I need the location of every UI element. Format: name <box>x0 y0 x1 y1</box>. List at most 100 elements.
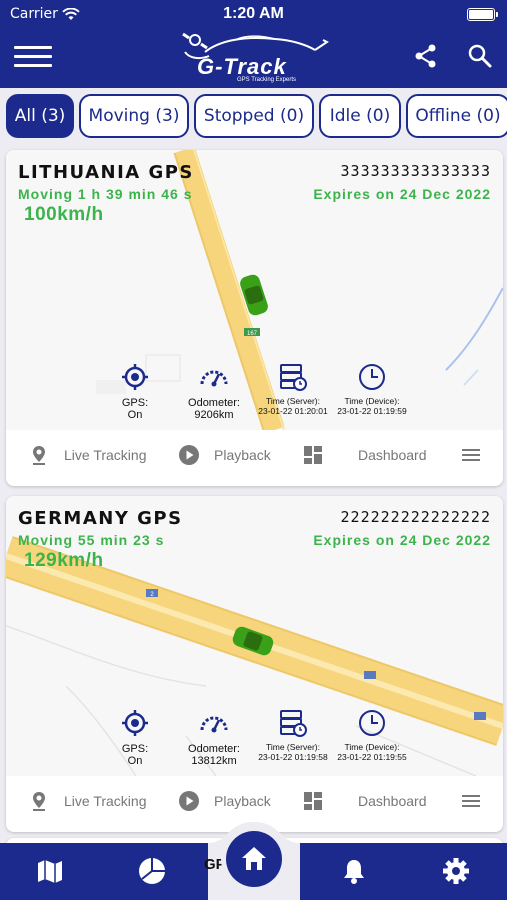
vehicle-expiry: Expires on 24 Dec 2022 <box>313 186 491 202</box>
road-label: 167 <box>247 331 258 337</box>
dashboard-label: Dashboard <box>358 447 427 463</box>
location-pin-icon <box>33 792 45 811</box>
card-actions: Live Tracking Playback Dashboard <box>6 781 503 821</box>
odometer-stat: Odometer: 9206km <box>169 362 259 421</box>
gps-label: GPS: <box>121 397 149 409</box>
live-tracking-button[interactable]: Live Tracking <box>28 781 146 821</box>
app-header: G-Track GPS Tracking Experts <box>0 28 507 88</box>
device-time-stat: Time (Device): 23-01-22 01:19:55 <box>327 708 417 762</box>
brand-tagline: GPS Tracking Experts <box>237 77 297 83</box>
vehicle-imei: 333333333333333 <box>340 162 491 180</box>
dashboard-button[interactable]: Dashboard <box>302 435 427 475</box>
clock: 1:20 AM <box>223 5 284 22</box>
live-tracking-label: Live Tracking <box>64 447 147 463</box>
server-time-value: 23-01-22 01:19:58 <box>258 752 328 762</box>
server-time-label: Time (Server): <box>266 396 320 406</box>
share-button[interactable] <box>412 42 440 70</box>
top-bar: Carrier 1:20 AM G-Track GPS Tracking Exp… <box>0 0 507 88</box>
vehicle-card[interactable]: 2 GERMANY GPS Moving 55 min 23 s 129km/h… <box>6 496 503 832</box>
server-clock-icon <box>280 364 307 391</box>
gps-target-icon <box>122 710 148 736</box>
vehicle-card[interactable]: 167 LITHUANIA GPS Moving 1 h 39 min 46 s… <box>6 150 503 486</box>
more-menu-icon <box>462 795 480 807</box>
live-tracking-label: Live Tracking <box>64 793 147 809</box>
play-icon <box>179 445 199 465</box>
search-button[interactable] <box>466 42 494 70</box>
vehicle-imei: 222222222222222 <box>340 508 491 526</box>
map-tab[interactable] <box>34 855 66 887</box>
odometer-label: Odometer: <box>188 743 240 755</box>
live-tracking-button[interactable]: Live Tracking <box>28 435 146 475</box>
server-time-stat: Time (Server): 23-01-22 01:20:01 <box>248 362 338 416</box>
search-icon <box>468 44 492 68</box>
vehicle-name: LITHUANIA GPS <box>18 162 194 183</box>
filter-offline[interactable]: Offline (0) <box>406 94 507 138</box>
odometer-stat: Odometer: 13812km <box>169 708 259 767</box>
share-icon <box>415 44 436 68</box>
filter-all[interactable]: All (3) <box>6 94 74 138</box>
filter-idle[interactable]: Idle (0) <box>319 94 401 138</box>
home-icon <box>242 847 266 870</box>
odometer-label: Odometer: <box>188 397 240 409</box>
server-clock-icon <box>280 710 307 737</box>
dashboard-label: Dashboard <box>358 793 427 809</box>
gps-value: On <box>127 755 143 767</box>
device-time-label: Time (Device): <box>344 742 400 752</box>
device-time-label: Time (Device): <box>344 396 400 406</box>
gps-label: GPS: <box>121 743 149 755</box>
device-time-value: 23-01-22 01:19:59 <box>337 406 407 416</box>
vehicle-status: Moving 55 min 23 s <box>18 532 165 548</box>
notifications-tab[interactable] <box>338 855 370 887</box>
menu-button[interactable] <box>14 42 52 72</box>
server-time-value: 23-01-22 01:20:01 <box>258 406 328 416</box>
gps-stat: GPS: On <box>90 362 180 421</box>
gps-stat: GPS: On <box>90 708 180 767</box>
device-time-value: 23-01-22 01:19:55 <box>337 752 407 762</box>
pie-chart-icon <box>139 858 165 884</box>
card-actions: Live Tracking Playback Dashboard <box>6 435 503 475</box>
settings-tab[interactable] <box>440 855 472 887</box>
odometer-value: 13812km <box>191 755 237 767</box>
gps-target-icon <box>122 364 148 390</box>
server-time-label: Time (Server): <box>266 742 320 752</box>
location-pin-icon <box>33 446 45 465</box>
vehicle-speed: 129km/h <box>24 550 104 571</box>
menu-icon-line <box>14 46 52 49</box>
more-menu-button[interactable] <box>460 781 496 821</box>
filter-stopped[interactable]: Stopped (0) <box>194 94 314 138</box>
clock-icon <box>359 364 385 390</box>
server-time-stat: Time (Server): 23-01-22 01:19:58 <box>248 708 338 762</box>
vehicle-status: Moving 1 h 39 min 46 s <box>18 186 193 202</box>
play-icon <box>179 791 199 811</box>
more-menu-button[interactable] <box>460 435 496 475</box>
filter-moving[interactable]: Moving (3) <box>79 94 189 138</box>
gear-icon <box>443 858 469 884</box>
menu-icon-line <box>14 64 52 67</box>
clock-icon <box>359 710 385 736</box>
reports-tab[interactable] <box>136 855 168 887</box>
dashboard-icon <box>304 792 322 810</box>
app-logo: G-Track GPS Tracking Experts <box>175 30 335 86</box>
partial-card-title: GP <box>204 856 226 873</box>
map-icon <box>38 860 62 883</box>
gps-value: On <box>127 409 143 421</box>
odometer-value: 9206km <box>194 409 234 421</box>
playback-button[interactable]: Playback <box>178 435 271 475</box>
home-button[interactable] <box>226 831 282 887</box>
dashboard-icon <box>304 446 322 464</box>
playback-label: Playback <box>214 793 271 809</box>
playback-label: Playback <box>214 447 271 463</box>
bell-icon <box>344 860 364 884</box>
odometer-icon <box>200 716 228 733</box>
battery-icon <box>467 8 498 21</box>
device-time-stat: Time (Device): 23-01-22 01:19:59 <box>327 362 417 416</box>
status-bar: Carrier 1:20 AM <box>0 0 507 28</box>
vehicle-speed: 100km/h <box>24 204 104 225</box>
playback-button[interactable]: Playback <box>178 781 271 821</box>
more-menu-icon <box>462 449 480 461</box>
vehicle-expiry: Expires on 24 Dec 2022 <box>313 532 491 548</box>
menu-icon-line <box>14 55 52 58</box>
filter-tabs: All (3) Moving (3) Stopped (0) Idle (0) … <box>6 94 507 138</box>
vehicle-name: GERMANY GPS <box>18 508 183 529</box>
dashboard-button[interactable]: Dashboard <box>302 781 427 821</box>
